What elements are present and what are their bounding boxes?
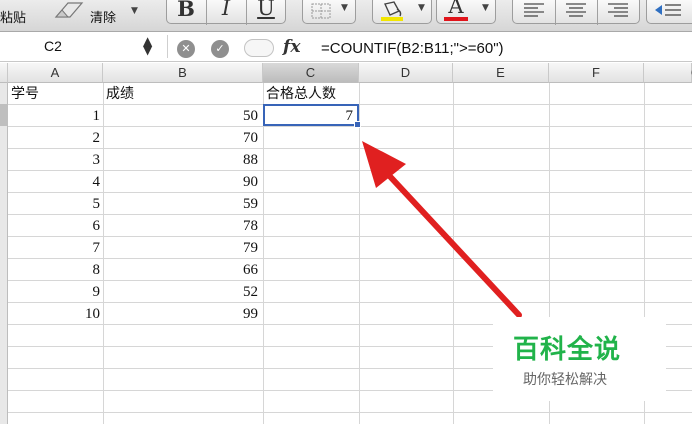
watermark-title: 百科全说	[513, 335, 622, 365]
watermark-subtitle: 助你轻松解决	[523, 372, 607, 388]
watermark: 百科全说 助你轻松解决	[493, 317, 666, 401]
